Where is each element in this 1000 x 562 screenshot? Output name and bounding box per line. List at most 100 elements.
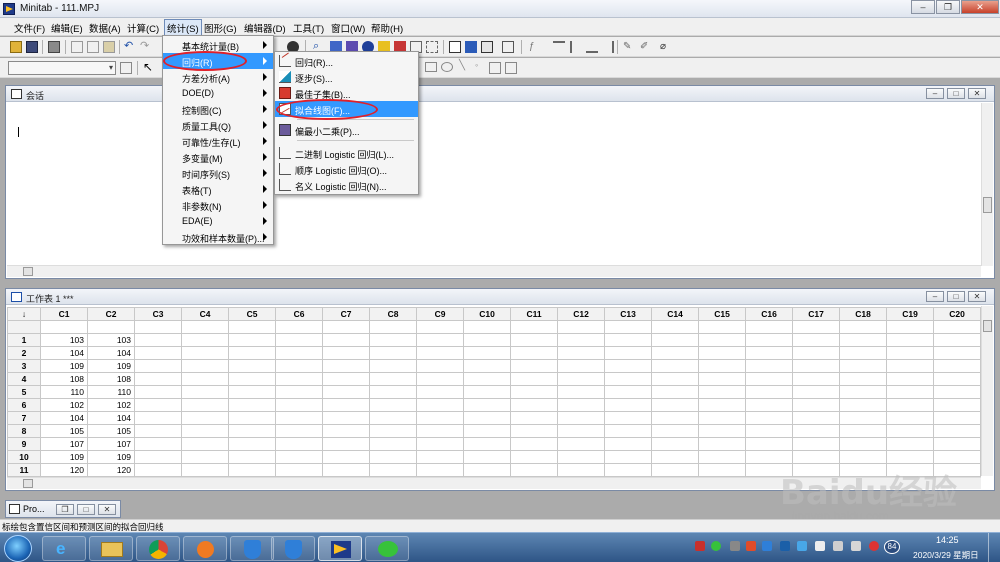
data-cell[interactable] bbox=[181, 398, 229, 412]
data-cell[interactable] bbox=[557, 424, 605, 438]
data-cell[interactable] bbox=[839, 450, 887, 464]
data-cell[interactable] bbox=[416, 398, 464, 412]
data-cell[interactable] bbox=[510, 398, 558, 412]
stat-menu-quality-tools[interactable]: 质量工具(Q) bbox=[163, 117, 273, 133]
data-cell[interactable] bbox=[134, 411, 182, 425]
data-cell[interactable] bbox=[698, 463, 746, 477]
data-cell[interactable] bbox=[745, 398, 793, 412]
data-cell[interactable] bbox=[416, 346, 464, 360]
data-cell[interactable] bbox=[369, 385, 417, 399]
data-cell[interactable] bbox=[933, 346, 981, 360]
data-cell[interactable] bbox=[792, 424, 840, 438]
data-cell[interactable] bbox=[792, 450, 840, 464]
row-header[interactable]: 8 bbox=[7, 424, 41, 438]
data-cell[interactable] bbox=[557, 437, 605, 451]
data-cell[interactable] bbox=[510, 450, 558, 464]
data-cell[interactable] bbox=[322, 411, 370, 425]
data-cell[interactable] bbox=[698, 346, 746, 360]
data-cell[interactable] bbox=[463, 359, 511, 373]
column-name-cell[interactable] bbox=[745, 320, 793, 334]
data-cell[interactable] bbox=[839, 346, 887, 360]
row-header[interactable]: 6 bbox=[7, 398, 41, 412]
data-cell[interactable] bbox=[134, 372, 182, 386]
data-cell[interactable] bbox=[604, 398, 652, 412]
data-cell[interactable] bbox=[886, 385, 934, 399]
taskbar-security-2[interactable] bbox=[271, 536, 315, 561]
data-cell[interactable] bbox=[416, 333, 464, 347]
minimize-button[interactable]: – bbox=[911, 0, 935, 14]
data-cell[interactable] bbox=[698, 424, 746, 438]
worksheet-vertical-scrollbar[interactable] bbox=[981, 306, 993, 476]
data-cell[interactable] bbox=[134, 437, 182, 451]
copy-icon[interactable] bbox=[87, 41, 99, 53]
data-cell[interactable] bbox=[933, 437, 981, 451]
data-cell[interactable] bbox=[369, 437, 417, 451]
data-cell[interactable] bbox=[322, 372, 370, 386]
data-cell[interactable] bbox=[651, 359, 699, 373]
data-cell[interactable] bbox=[510, 359, 558, 373]
column-header[interactable]: C2 bbox=[87, 307, 135, 321]
data-cell[interactable] bbox=[698, 372, 746, 386]
data-cell[interactable] bbox=[557, 411, 605, 425]
data-cell[interactable] bbox=[181, 385, 229, 399]
data-cell[interactable] bbox=[745, 372, 793, 386]
tray-badge[interactable]: 84 bbox=[884, 540, 900, 554]
data-cell[interactable] bbox=[416, 424, 464, 438]
data-cell[interactable] bbox=[134, 346, 182, 360]
column-name-cell[interactable] bbox=[510, 320, 558, 334]
data-cell[interactable] bbox=[886, 372, 934, 386]
taskbar-security-1[interactable] bbox=[230, 536, 274, 561]
data-cell[interactable] bbox=[181, 372, 229, 386]
taskbar-explorer[interactable] bbox=[89, 536, 133, 561]
data-cell[interactable] bbox=[275, 437, 323, 451]
data-cell[interactable] bbox=[275, 333, 323, 347]
data-cell[interactable] bbox=[134, 424, 182, 438]
data-cell[interactable] bbox=[181, 359, 229, 373]
stat-menu-time-series[interactable]: 时间序列(S) bbox=[163, 165, 273, 181]
row-header[interactable]: 11 bbox=[7, 463, 41, 477]
data-cell[interactable] bbox=[604, 359, 652, 373]
data-cell[interactable] bbox=[463, 398, 511, 412]
tray-network-icon[interactable] bbox=[730, 541, 740, 551]
data-cell[interactable] bbox=[886, 411, 934, 425]
stat-menu-control-charts[interactable]: 控制图(C) bbox=[163, 101, 273, 117]
column-name-cell[interactable] bbox=[275, 320, 323, 334]
data-cell[interactable] bbox=[886, 346, 934, 360]
data-cell[interactable] bbox=[463, 450, 511, 464]
menu-calc[interactable]: 计算(C) bbox=[127, 21, 159, 35]
column-header[interactable]: C3 bbox=[134, 307, 182, 321]
row-header[interactable]: 7 bbox=[7, 411, 41, 425]
data-cell[interactable] bbox=[651, 333, 699, 347]
data-cell[interactable] bbox=[651, 450, 699, 464]
data-cell[interactable] bbox=[651, 385, 699, 399]
data-cell[interactable] bbox=[322, 463, 370, 477]
data-cell[interactable] bbox=[604, 333, 652, 347]
data-cell[interactable]: 104 bbox=[87, 346, 135, 360]
data-cell[interactable]: 104 bbox=[87, 411, 135, 425]
worksheet-grid[interactable]: ↓ C1 C2 C3 C4 C5 C6 C7 C8 C9 C10 C11 C12 C13 C14 C15 C16… bbox=[7, 307, 981, 477]
line-tool-icon[interactable]: ╲ bbox=[459, 60, 471, 72]
session-horizontal-scrollbar[interactable] bbox=[7, 265, 981, 277]
column-name-cell[interactable] bbox=[604, 320, 652, 334]
data-cell[interactable] bbox=[228, 437, 276, 451]
open-icon[interactable] bbox=[10, 41, 22, 53]
restore-button[interactable]: ❐ bbox=[936, 0, 960, 14]
data-cell[interactable] bbox=[181, 424, 229, 438]
worksheet-hscroll-thumb[interactable] bbox=[23, 479, 33, 488]
data-cell[interactable] bbox=[134, 450, 182, 464]
marker-tool-icon[interactable]: ◦ bbox=[475, 60, 487, 72]
data-cell[interactable] bbox=[322, 424, 370, 438]
data-cell[interactable] bbox=[933, 333, 981, 347]
data-cell[interactable] bbox=[275, 385, 323, 399]
data-cell[interactable] bbox=[839, 411, 887, 425]
data-cell[interactable] bbox=[792, 359, 840, 373]
stat-menu-nonparametrics[interactable]: 非参数(N) bbox=[163, 197, 273, 213]
ellipse-tool-icon[interactable] bbox=[441, 62, 453, 72]
menu-graph[interactable]: 图形(G) bbox=[204, 21, 237, 35]
column-header[interactable]: C12 bbox=[557, 307, 605, 321]
data-cell[interactable]: 102 bbox=[87, 398, 135, 412]
column-name-cell[interactable] bbox=[322, 320, 370, 334]
data-cell[interactable] bbox=[933, 359, 981, 373]
show-desktop-button[interactable] bbox=[988, 533, 1000, 562]
data-cell[interactable] bbox=[275, 346, 323, 360]
